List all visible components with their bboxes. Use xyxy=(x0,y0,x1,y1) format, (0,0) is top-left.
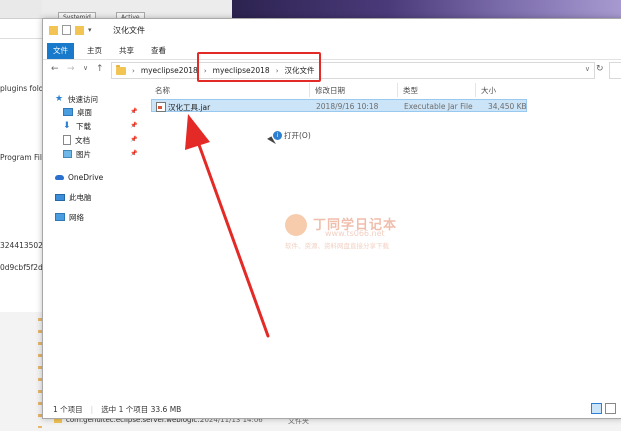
selection-info: 选中 1 个项目 33.6 MB xyxy=(101,404,182,414)
back-arrow-icon[interactable]: ← xyxy=(51,64,59,74)
view-toggle xyxy=(591,403,616,414)
customize-dropdown-icon[interactable]: ▾ xyxy=(88,26,92,34)
pin-icon[interactable]: 📌 xyxy=(130,136,137,143)
folder-icon xyxy=(116,64,126,75)
explorer-window: ▾ 汉化文件 文件 主页 共享 查看 ← → ∨ ↑ › myeclipse20… xyxy=(42,18,621,419)
ribbon-tabs: 文件 主页 共享 查看 xyxy=(43,43,621,60)
watermark-url: www.ts066.net xyxy=(325,229,385,238)
file-size: 34,450 KB xyxy=(488,102,527,111)
watermark-subtitle: 软件、资源、资料网盘直接分享下载 xyxy=(285,242,389,250)
nav-onedrive[interactable]: OneDrive xyxy=(55,171,103,183)
background-text: plugins fold xyxy=(0,84,42,93)
nav-label: 文档 xyxy=(75,135,90,145)
file-row[interactable]: 汉化工具.jar 2018/9/16 10:18 Executable Jar … xyxy=(151,99,527,112)
picture-icon xyxy=(63,150,72,158)
background-text: Program Fil xyxy=(0,153,42,162)
background-text: 3244135027 xyxy=(0,241,42,250)
properties-icon[interactable] xyxy=(62,25,71,35)
column-divider[interactable] xyxy=(309,83,310,97)
window-title: 汉化文件 xyxy=(113,26,145,35)
nav-item-downloads[interactable]: ⬇ 下载 xyxy=(63,120,91,132)
desktop-icon xyxy=(63,108,73,116)
column-header-type[interactable]: 类型 xyxy=(403,85,418,96)
navigation-pane: ★ 快速访问 桌面 📌 ⬇ 下载 📌 文档 📌 图片 📌 OneDrive 此电… xyxy=(43,81,146,399)
nav-item-pictures[interactable]: 图片 xyxy=(63,148,91,160)
address-bar[interactable]: › myeclipse2018 › myeclipse2018 › 汉化文件 ∨ xyxy=(111,62,595,79)
background-titlebar xyxy=(0,0,42,19)
file-modified: 2018/9/16 10:18 xyxy=(316,102,379,111)
details-view-icon[interactable] xyxy=(591,403,602,414)
background-text: 0d9cbf5f2d xyxy=(0,263,42,272)
star-icon: ★ xyxy=(55,93,64,104)
nav-label: 图片 xyxy=(76,149,91,159)
pin-icon[interactable]: 📌 xyxy=(130,122,137,129)
tab-view[interactable]: 查看 xyxy=(145,43,172,59)
refresh-icon[interactable]: ↻ xyxy=(596,64,604,74)
pin-icon[interactable]: 📌 xyxy=(130,150,137,157)
file-name: 汉化工具.jar xyxy=(168,103,211,112)
jar-file-icon xyxy=(156,102,166,112)
nav-item-documents[interactable]: 文档 xyxy=(63,134,90,146)
nav-label: 此电脑 xyxy=(69,192,92,202)
nav-this-pc[interactable]: 此电脑 xyxy=(55,191,92,203)
column-header-name[interactable]: 名称 xyxy=(155,85,170,96)
up-arrow-icon[interactable]: ↑ xyxy=(96,64,104,74)
nav-network[interactable]: 网络 xyxy=(55,211,84,223)
new-folder-icon[interactable] xyxy=(75,25,84,35)
nav-item-desktop[interactable]: 桌面 xyxy=(63,106,92,118)
address-dropdown-icon[interactable]: ∨ xyxy=(585,65,590,73)
tooltip-text: 打开(O) xyxy=(284,131,311,140)
breadcrumb-item[interactable]: myeclipse2018 xyxy=(141,66,198,75)
watermark-logo xyxy=(285,214,307,236)
large-icons-view-icon[interactable] xyxy=(605,403,616,414)
cloud-icon xyxy=(55,174,64,180)
folder-icon xyxy=(49,25,58,35)
chevron-right-icon[interactable]: › xyxy=(132,67,135,75)
document-icon xyxy=(63,135,71,145)
nav-label: OneDrive xyxy=(68,172,104,182)
column-divider[interactable] xyxy=(475,83,476,97)
nav-label: 下载 xyxy=(76,121,91,131)
file-list: 名称 修改日期 类型 大小 汉化工具.jar 2018/9/16 10:18 E… xyxy=(147,81,621,399)
address-row: ← → ∨ ↑ › myeclipse2018 › myeclipse2018 … xyxy=(43,60,621,80)
status-divider: | xyxy=(90,404,94,414)
network-icon xyxy=(55,213,65,221)
item-count: 1 个项目 xyxy=(53,404,83,414)
nav-quick-access[interactable]: ★ 快速访问 xyxy=(55,93,98,105)
nav-label: 网络 xyxy=(69,212,84,222)
column-header-size[interactable]: 大小 xyxy=(481,85,496,96)
pin-icon[interactable]: 📌 xyxy=(130,108,137,115)
title-bar: ▾ 汉化文件 xyxy=(43,19,621,43)
download-icon: ⬇ xyxy=(63,120,71,131)
highlight-box xyxy=(197,52,321,82)
open-tooltip: i 打开(O) xyxy=(273,130,311,141)
computer-icon xyxy=(55,193,65,201)
nav-label: 快速访问 xyxy=(68,94,98,104)
forward-arrow-icon[interactable]: → xyxy=(67,64,75,74)
status-bar: 1 个项目 | 选中 1 个项目 33.6 MB xyxy=(43,400,621,418)
info-icon: i xyxy=(273,131,282,140)
tab-file[interactable]: 文件 xyxy=(47,43,74,59)
tab-home[interactable]: 主页 xyxy=(81,43,108,59)
quick-access-toolbar: ▾ xyxy=(49,25,92,35)
nav-label: 桌面 xyxy=(77,107,92,117)
column-header-modified[interactable]: 修改日期 xyxy=(315,85,345,96)
background-divider xyxy=(0,38,42,39)
column-divider[interactable] xyxy=(397,83,398,97)
recent-dropdown-icon[interactable]: ∨ xyxy=(83,64,88,72)
search-input[interactable] xyxy=(609,62,621,79)
tab-share[interactable]: 共享 xyxy=(113,43,140,59)
file-type: Executable Jar File xyxy=(404,102,473,111)
